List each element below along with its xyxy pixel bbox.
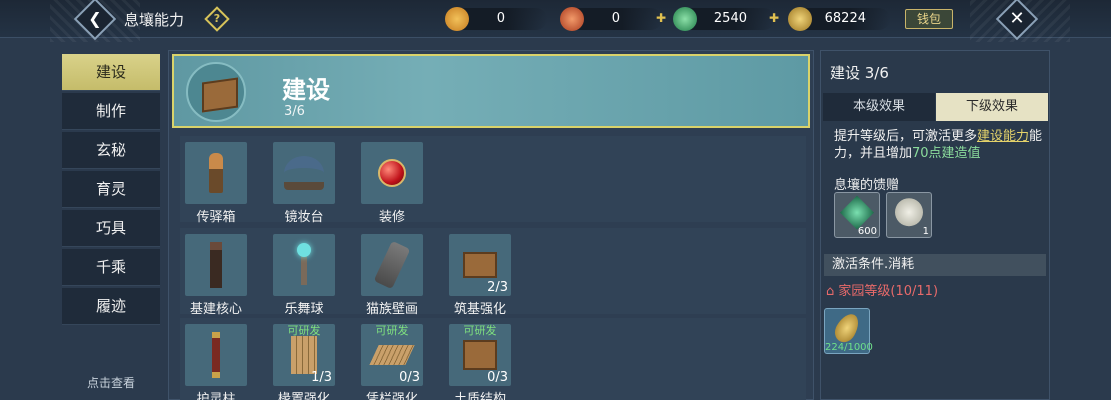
skill-label: 基建核心 (189, 302, 242, 317)
gold-leaf-icon (788, 7, 812, 31)
detail-title: 建设 3/6 (830, 64, 889, 82)
skill-item[interactable]: 装修 (360, 142, 424, 225)
skill-label: 传驿箱 (196, 210, 236, 225)
wallet-button[interactable]: 钱包 (905, 9, 953, 29)
level-badge: 1/3 (311, 370, 332, 385)
home-level-requirement: ⌂ 家园等级(10/11) (826, 284, 939, 299)
top-bar: ❮ 息壤能力 ? 0 0 ✚ 2540 ✚ 68224 钱包 ✕ (0, 0, 1111, 42)
skill-label: 护灵柱 (196, 392, 236, 400)
nav-item-nurture[interactable]: 育灵 (62, 171, 160, 208)
gift-item[interactable]: 600 (834, 192, 880, 238)
skill-item[interactable]: 可研发 0/3 凭栏强化 (360, 324, 424, 400)
category-header: 建设 3/6 (172, 54, 810, 128)
gift-title: 息壤的馈赠 (834, 178, 900, 193)
wooden-crate-icon (463, 340, 497, 370)
skill-item[interactable]: 猫族壁画 (360, 234, 424, 317)
category-progress: 3/6 (284, 104, 305, 119)
skill-item[interactable]: 可研发 1/3 椽置强化 (272, 324, 336, 400)
skill-item[interactable]: 镜妆台 (272, 142, 336, 225)
category-title: 建设 (282, 76, 330, 104)
nav-item-build[interactable]: 建设 (62, 54, 160, 91)
skill-item[interactable]: 传驿箱 (184, 142, 248, 225)
gift-count: 600 (857, 226, 877, 237)
resource-value: 2540 (713, 11, 747, 26)
skill-label: 乐舞球 (284, 302, 324, 317)
resource-value: 0 (611, 11, 620, 26)
resource-gold-leaf[interactable]: 68224 (788, 7, 890, 31)
build-ability-link[interactable]: 建设能力 (977, 129, 1029, 144)
resource-value: 68224 (824, 11, 866, 26)
skill-item[interactable]: 可研发 0/3 土质结构 (448, 324, 512, 400)
add-icon[interactable]: ✚ (769, 11, 779, 25)
totem-pillar-icon (210, 242, 222, 288)
nav-item-mystic[interactable]: 玄秘 (62, 132, 160, 169)
tab-current-effect[interactable]: 本级效果 (823, 93, 935, 121)
skill-label: 筑基强化 (453, 302, 506, 317)
tab-next-effect[interactable]: 下级效果 (936, 93, 1048, 121)
gold-leaf-icon (830, 310, 864, 346)
skill-label: 凭栏强化 (365, 392, 418, 400)
research-available-label: 可研发 (463, 324, 497, 337)
activation-condition-header: 激活条件.消耗 (824, 254, 1046, 276)
skill-label: 装修 (378, 210, 405, 225)
level-badge: 0/3 (487, 370, 508, 385)
jade-disc-icon (895, 198, 923, 227)
help-icon[interactable]: ? (204, 6, 230, 32)
stone-slab-icon (373, 240, 411, 290)
resource-red-coin[interactable]: 0 ✚ (560, 7, 666, 31)
nav-item-vehicles[interactable]: 千乘 (62, 249, 160, 286)
red-spiral-coin-icon (560, 7, 584, 31)
skill-item[interactable]: 乐舞球 (272, 234, 336, 317)
nav-item-traces[interactable]: 履迹 (62, 288, 160, 325)
skill-item[interactable]: 2/3 筑基强化 (448, 234, 512, 317)
jade-ring-icon (673, 7, 697, 31)
wooden-crate-icon (186, 62, 246, 122)
nav-item-craft[interactable]: 制作 (62, 93, 160, 130)
gift-item[interactable]: 1 (886, 192, 932, 238)
wooden-crate-icon (463, 252, 497, 278)
resource-orange-coin[interactable]: 0 (445, 7, 547, 31)
level-badge: 0/3 (399, 370, 420, 385)
add-icon[interactable]: ✚ (656, 11, 666, 25)
skill-label: 椽置强化 (277, 392, 330, 400)
close-icon: ✕ (1009, 8, 1025, 29)
level-badge: 2/3 (487, 280, 508, 295)
skill-item[interactable]: 护灵柱 (184, 324, 248, 400)
back-arrow-icon: ❮ (88, 9, 102, 28)
red-house-icon: ⌂ (826, 284, 835, 299)
category-nav: 建设 制作 玄秘 育灵 巧具 千乘 履迹 (62, 54, 160, 327)
nav-item-tools[interactable]: 巧具 (62, 210, 160, 247)
wooden-ramp-icon (369, 345, 415, 365)
gift-count: 1 (922, 226, 929, 237)
wooden-planks-icon (291, 336, 317, 374)
red-orb-icon (378, 159, 406, 187)
mirror-stand-icon (284, 156, 324, 190)
cost-count: 224/1000 (825, 342, 873, 353)
lantern-post-icon (209, 153, 223, 193)
view-details-link[interactable]: 点击查看 (62, 374, 160, 391)
page-title: 息壤能力 (124, 11, 185, 29)
red-pillar-icon (212, 332, 220, 378)
skill-label: 土质结构 (453, 392, 506, 400)
resource-value: 0 (496, 11, 505, 26)
skill-label: 镜妆台 (284, 210, 324, 225)
skill-item[interactable]: 基建核心 (184, 234, 248, 317)
orange-coin-icon (445, 7, 469, 31)
cost-item[interactable]: 224/1000 (824, 308, 873, 354)
research-available-label: 可研发 (375, 324, 409, 337)
green-gem-icon (840, 195, 874, 230)
build-value-highlight: 70点建造值 (912, 146, 981, 161)
skill-label: 猫族壁画 (365, 302, 418, 317)
resource-jade[interactable]: 2540 ✚ (673, 7, 779, 31)
effect-description: 提升等级后，可激活更多建设能力能力，并且增加70点建造值 (834, 129, 1043, 161)
